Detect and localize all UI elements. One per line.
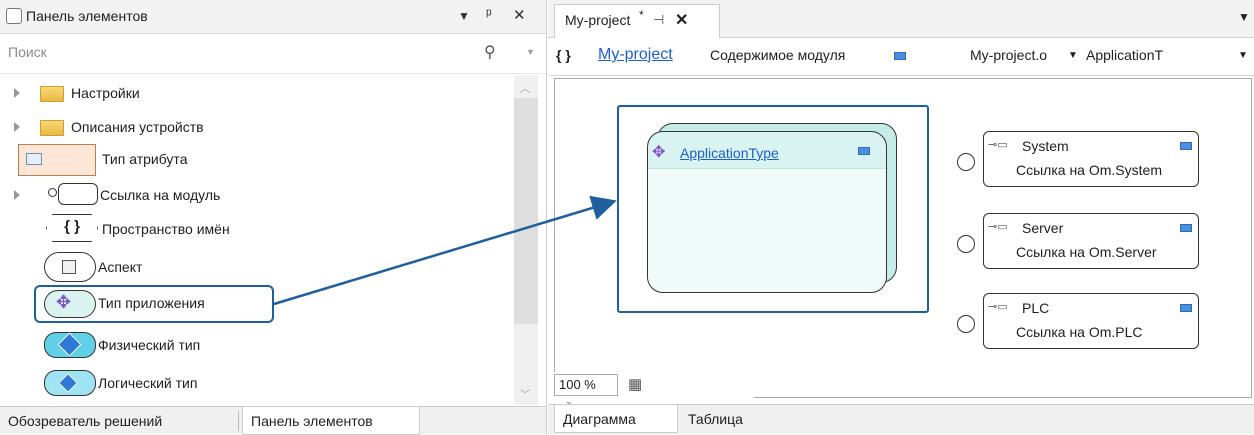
- ref-card: ⊸▭ PLC Ссылка на Om.PLC: [983, 293, 1199, 349]
- scroll-down-icon[interactable]: ﹀: [520, 386, 530, 401]
- toolbox-panel: Панель элементов ▼ ᵖ ✕ Поиск ⚲ ▼ ︿ ﹀ Нас…: [0, 0, 547, 435]
- card-body: [648, 168, 886, 292]
- interface-port-icon: [957, 235, 975, 253]
- tab-title: My-project: [565, 12, 631, 28]
- toolbox-title-bar: Панель элементов ▼ ᵖ ✕: [0, 0, 546, 34]
- ref-plc[interactable]: ⊸▭ PLC Ссылка на Om.PLC: [957, 293, 1207, 353]
- chevron-down-icon[interactable]: ▼: [1068, 50, 1078, 61]
- content-label: Содержимое модуля: [710, 47, 846, 63]
- search-input[interactable]: Поиск: [8, 44, 47, 60]
- item-label: Тип приложения: [98, 295, 205, 311]
- ref-desc: Ссылка на Om.PLC: [1016, 324, 1143, 340]
- module-pin-icon: [1180, 142, 1192, 150]
- editor-bottom-tabs: Диаграмма Таблица: [548, 404, 1254, 434]
- pin-icon[interactable]: ᵖ: [486, 6, 492, 23]
- toolbox-item-device-descriptions[interactable]: Описания устройств: [8, 112, 508, 144]
- item-label: Пространство имён: [102, 221, 230, 237]
- application-type-card[interactable]: ✥ ApplicationType: [647, 131, 887, 293]
- app-type-link[interactable]: ApplicationType: [680, 145, 779, 161]
- chevron-down-icon[interactable]: ▼: [1238, 50, 1248, 61]
- folder-icon: [40, 86, 64, 102]
- ref-name: Server: [1022, 220, 1064, 236]
- expand-arrow-icon[interactable]: [14, 190, 20, 200]
- item-label: Физический тип: [98, 337, 201, 353]
- left-bottom-tabs: Обозреватель решений Панель элементов: [0, 406, 546, 435]
- namespace-icon: { }: [46, 214, 98, 242]
- search-icon[interactable]: ⚲: [484, 42, 496, 62]
- tab-solution-explorer[interactable]: Обозреватель решений: [0, 407, 170, 435]
- ref-icon: ⊸▭: [988, 301, 1008, 313]
- ref-icon: ⊸▭: [988, 139, 1008, 151]
- breadcrumb: { } My-project Содержимое модуля My-proj…: [548, 38, 1254, 76]
- ref-card: ⊸▭ Server Ссылка на Om.Server: [983, 213, 1199, 269]
- item-label: Настройки: [71, 85, 140, 101]
- aspect-inner-icon: [62, 260, 76, 274]
- expand-arrow-icon[interactable]: [14, 88, 20, 98]
- ref-name: PLC: [1022, 300, 1050, 316]
- chevron-down-icon[interactable]: ▼: [458, 9, 470, 23]
- project-link[interactable]: My-project: [598, 46, 673, 64]
- item-label: Логический тип: [98, 375, 198, 391]
- module-ref-box-icon: [58, 183, 98, 205]
- tab-menu-icon[interactable]: ▼: [1238, 10, 1250, 24]
- tab-diagram[interactable]: Диаграмма: [554, 405, 678, 433]
- tab-toolbox[interactable]: Панель элементов: [242, 407, 420, 435]
- toolbox-item-module-reference[interactable]: Ссылка на модуль: [8, 180, 508, 212]
- ref-desc: Ссылка на Om.System: [1016, 162, 1162, 178]
- zoom-bar: 100 % ⌄ ▦: [554, 372, 754, 406]
- close-icon[interactable]: ✕: [675, 10, 688, 30]
- ref-icon: ⊸▭: [988, 221, 1008, 233]
- item-label: Описания устройств: [71, 119, 204, 135]
- table-icon: [26, 153, 42, 165]
- ref-name: System: [1022, 138, 1069, 154]
- folder-icon: [40, 120, 64, 136]
- dropdown-type[interactable]: ApplicationT: [1086, 47, 1163, 63]
- diagram-canvas[interactable]: ✥ ApplicationType ⊸▭ System Ссылка на Om…: [554, 78, 1252, 398]
- toolbox-item-namespace[interactable]: { } Пространство имён: [8, 214, 508, 246]
- namespace-brace-icon: { }: [556, 47, 571, 63]
- toolbox-item-settings[interactable]: Настройки: [8, 78, 508, 110]
- pin-icon[interactable]: ⊣: [653, 12, 664, 28]
- grid-icon[interactable]: ▦: [628, 375, 642, 393]
- zoom-select[interactable]: 100 % ⌄: [554, 374, 618, 406]
- tab-table[interactable]: Таблица: [680, 405, 751, 433]
- toolbox-icon: [6, 8, 22, 24]
- toolbox-item-attribute-type[interactable]: Тип атрибута: [8, 144, 508, 176]
- toolbox-item-logical-type[interactable]: Логический тип: [8, 368, 508, 400]
- dropdown-module[interactable]: My-project.o: [970, 47, 1047, 63]
- item-label: Ссылка на модуль: [100, 187, 221, 203]
- scrollbar-thumb[interactable]: [514, 98, 538, 324]
- zoom-value: 100 %: [559, 377, 596, 392]
- interface-port-icon: [957, 315, 975, 333]
- module-pin-icon: [858, 147, 870, 155]
- toolbox-item-physical-type[interactable]: Физический тип: [8, 330, 508, 362]
- close-icon[interactable]: ✕: [513, 6, 526, 24]
- toolbox-item-aspect[interactable]: Аспект: [8, 252, 508, 284]
- scroll-up-icon[interactable]: ︿: [520, 80, 530, 95]
- ref-system[interactable]: ⊸▭ System Ссылка на Om.System: [957, 131, 1207, 191]
- toolbox-search[interactable]: Поиск ⚲ ▼: [0, 34, 546, 74]
- ref-server[interactable]: ⊸▭ Server Ссылка на Om.Server: [957, 213, 1207, 273]
- module-pin-icon: [1180, 304, 1192, 312]
- tab-divider: [238, 411, 239, 431]
- module-pin-icon: [1180, 224, 1192, 232]
- item-label: Тип атрибута: [102, 151, 188, 167]
- search-dropdown-icon[interactable]: ▼: [526, 47, 535, 57]
- interface-port-icon: [957, 153, 975, 171]
- expand-arrow-icon[interactable]: [14, 122, 20, 132]
- toolbox-item-application-type[interactable]: ✥ Тип приложения: [8, 285, 508, 323]
- document-tabs: My-project * ⊣ ✕ ▼: [548, 0, 1254, 38]
- editor-panel: My-project * ⊣ ✕ ▼ { } My-project Содерж…: [548, 0, 1254, 434]
- item-label: Аспект: [98, 259, 143, 275]
- tab-my-project[interactable]: My-project * ⊣ ✕: [554, 4, 720, 38]
- module-ref-icon: [48, 188, 57, 197]
- toolbox-title: Панель элементов: [26, 8, 148, 24]
- module-pin-icon: [894, 52, 906, 60]
- modified-mark: *: [639, 8, 644, 22]
- app-graph-icon: ✥: [56, 292, 72, 312]
- app-graph-icon: ✥: [652, 144, 666, 161]
- ref-desc: Ссылка на Om.Server: [1016, 244, 1157, 260]
- ref-card: ⊸▭ System Ссылка на Om.System: [983, 131, 1199, 187]
